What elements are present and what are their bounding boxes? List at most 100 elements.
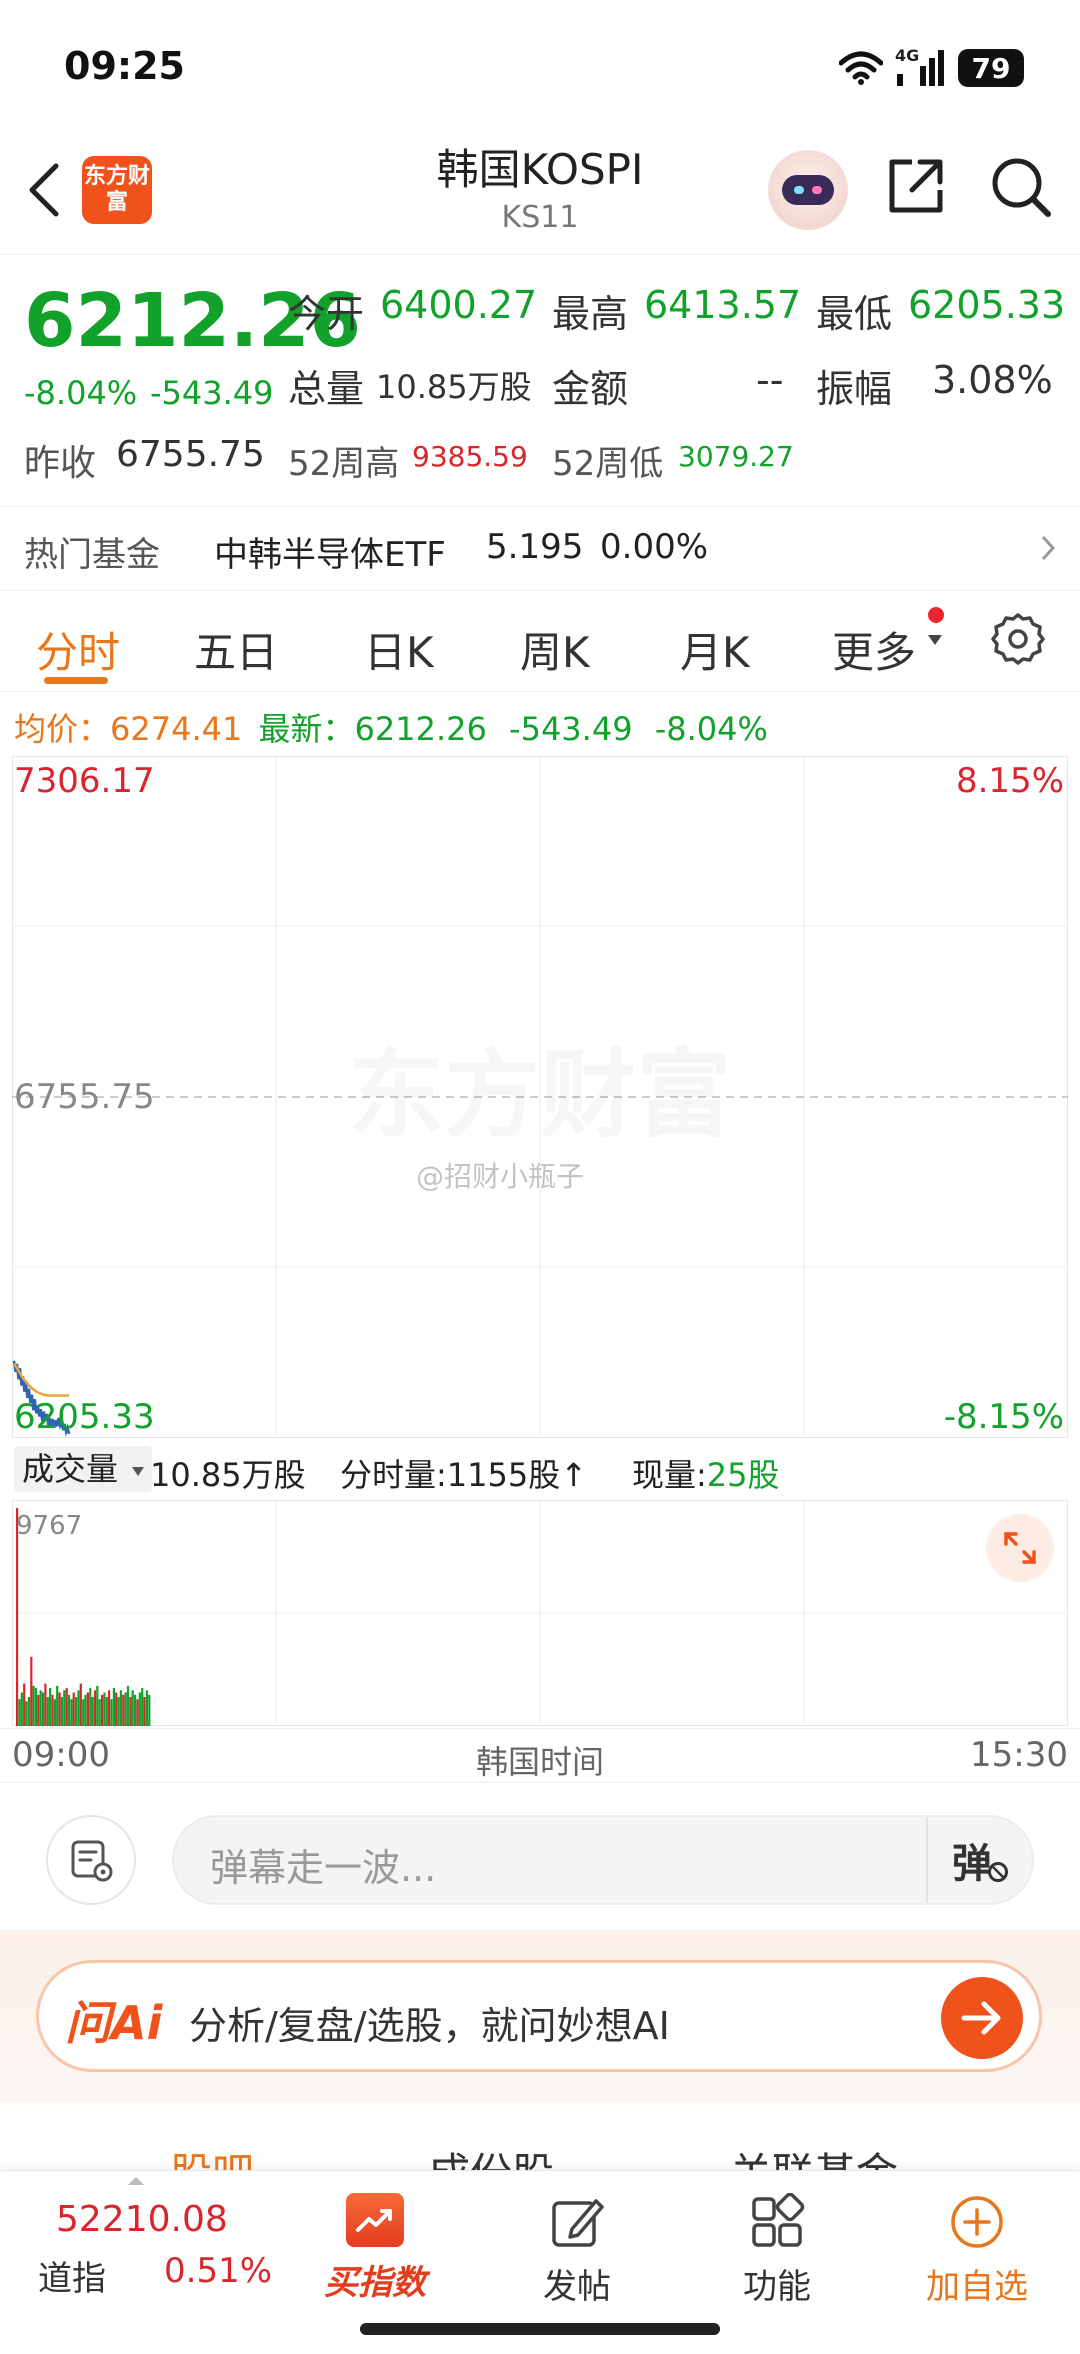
pct-top-label: 8.15% [956,761,1064,801]
share-icon[interactable] [884,154,948,222]
time-zone-label: 韩国时间 [475,1743,604,1781]
volume-bar [79,1683,82,1726]
volume-chart[interactable]: 9767 [12,1500,1068,1726]
y-bottom-label: 6205.33 [14,1397,155,1437]
current-volume-value: 25股 [706,1456,780,1494]
open-label: 今开 [288,292,365,336]
battery-indicator: 79 [958,49,1024,87]
wk52-high-label: 52周高 [288,444,400,484]
volume-label: 总量 [288,367,365,411]
stock-code: KS11 [501,200,579,235]
tab-weekly-k[interactable]: 周K [520,619,590,680]
comment-list-button[interactable] [46,1815,136,1905]
hot-fund-price: 5.195 [486,527,584,567]
ai-logo: 问Ai [65,1996,163,2050]
sub-tab-related-funds[interactable]: 关联基金 [730,2140,898,2172]
tab-intraday[interactable]: 分时 [36,619,120,680]
volume-bar [110,1699,113,1726]
volume-bar [122,1694,125,1726]
volume-bar [37,1694,40,1726]
volume-selector-label: 成交量 [22,1450,119,1488]
current-volume: 现量:25股 [632,1450,780,1496]
brand-logo[interactable]: 东方财富 [82,156,152,224]
tab-underline [44,677,108,684]
nav-functions[interactable]: 功能 [702,2193,852,2308]
intraday-chart[interactable]: 东方财富 @招财小瓶子 7306.17 6755.75 6205.33 8.15… [12,756,1068,1438]
home-indicator[interactable] [360,2323,720,2335]
chart-info-line: 均价：6274.41 最新：6212.26 -543.49 -8.04% [14,704,768,750]
amount-label: 金额 [552,367,629,411]
volume-bar [119,1690,122,1726]
y-top-label: 7306.17 [14,761,155,801]
search-icon[interactable] [988,154,1054,224]
ai-search-pill[interactable]: 问Ai 分析/复盘/选股，就问妙想AI [36,1960,1042,2072]
volume-bar [96,1685,99,1726]
sub-tab-constituents[interactable]: 成份股 [428,2140,554,2172]
ticker-widget[interactable]: 52210.08 道指 0.51% [0,2171,300,2311]
volume-bar [42,1692,45,1726]
tick-volume-prefix: 分时量: [340,1456,447,1494]
volume-bar [117,1697,120,1726]
volume-bar [67,1694,71,1726]
volume-bar [143,1697,146,1726]
arrow-up-icon: ↑ [560,1456,588,1494]
low-label: 最低 [816,292,893,336]
status-time: 09:25 [64,44,185,88]
dropdown-triangle-icon [928,635,942,645]
comment-settings-icon [71,1840,113,1882]
chart-tabs: 分时 五日 日K 周K 月K 更多 [0,590,1080,692]
volume-bar [124,1692,127,1726]
expand-icon[interactable] [986,1514,1054,1582]
volume-bar [91,1697,94,1726]
network-type: 4G [895,46,920,65]
danmu-toggle-button[interactable]: 弹 [926,1817,1032,1903]
ai-prompt-text: 分析/复盘/选股，就问妙想AI [189,2004,670,2048]
change-value: -543.49 [150,374,274,412]
volume-bar [129,1697,132,1726]
volume-bar [30,1656,33,1726]
volume-bar [23,1683,26,1726]
tab-more[interactable]: 更多 [832,619,916,680]
volume-bar [58,1692,61,1726]
arrow-right-icon[interactable] [941,1977,1023,2059]
volume-bar [65,1688,68,1726]
volume-selector[interactable]: 成交量 [14,1446,153,1492]
ai-robot-icon[interactable] [768,150,848,230]
time-end: 15:30 [970,1735,1068,1775]
volume-bar [49,1688,52,1726]
volume-bar [60,1697,63,1726]
add-circle-icon [951,2196,1003,2248]
danmu-input[interactable]: 弹幕走一波... 弹 [172,1815,1034,1905]
volume-bar [77,1690,80,1726]
latest-change-pct: -8.04% [654,710,768,748]
volume-bar [20,1692,23,1726]
nav-add-watchlist[interactable]: 加自选 [902,2193,1052,2308]
tab-monthly-k[interactable]: 月K [680,619,750,680]
hot-fund-row[interactable]: 热门基金 中韩半导体ETF 5.195 0.00% [0,506,1080,590]
status-icons: 4G 79 [839,46,1024,90]
tab-daily-k[interactable]: 日K [364,619,434,680]
latest-label: 最新： [258,710,355,748]
amplitude-label: 振幅 [816,367,893,411]
volume-bar [131,1690,134,1726]
tab-five-day[interactable]: 五日 [194,619,278,680]
volume-bar [89,1688,92,1726]
volume-header: 成交量 10.85万股 分时量:1155股↑ 现量:25股 [14,1446,1074,1496]
volume-bar [105,1697,108,1726]
volume-bar [86,1692,89,1726]
volume-bar [56,1685,59,1726]
nav-buy-index[interactable]: 买指数 [300,2193,450,2304]
gear-icon[interactable] [990,611,1046,671]
prev-close-value: 6755.75 [116,434,265,475]
chevron-right-icon [1040,533,1056,567]
ai-banner: 问Ai 分析/复盘/选股，就问妙想AI [0,1930,1080,2102]
danmu-button-label: 弹 [952,1841,992,1887]
volume-bar [98,1699,101,1726]
sub-tab-guba[interactable]: 股吧 [170,2140,254,2172]
nav-post[interactable]: 发帖 [502,2193,652,2308]
tick-volume-value: 1155股 [446,1456,561,1494]
notification-dot [928,607,944,623]
apps-grid-icon [752,2193,805,2247]
volume-bar [108,1690,111,1726]
back-icon[interactable] [24,160,74,220]
